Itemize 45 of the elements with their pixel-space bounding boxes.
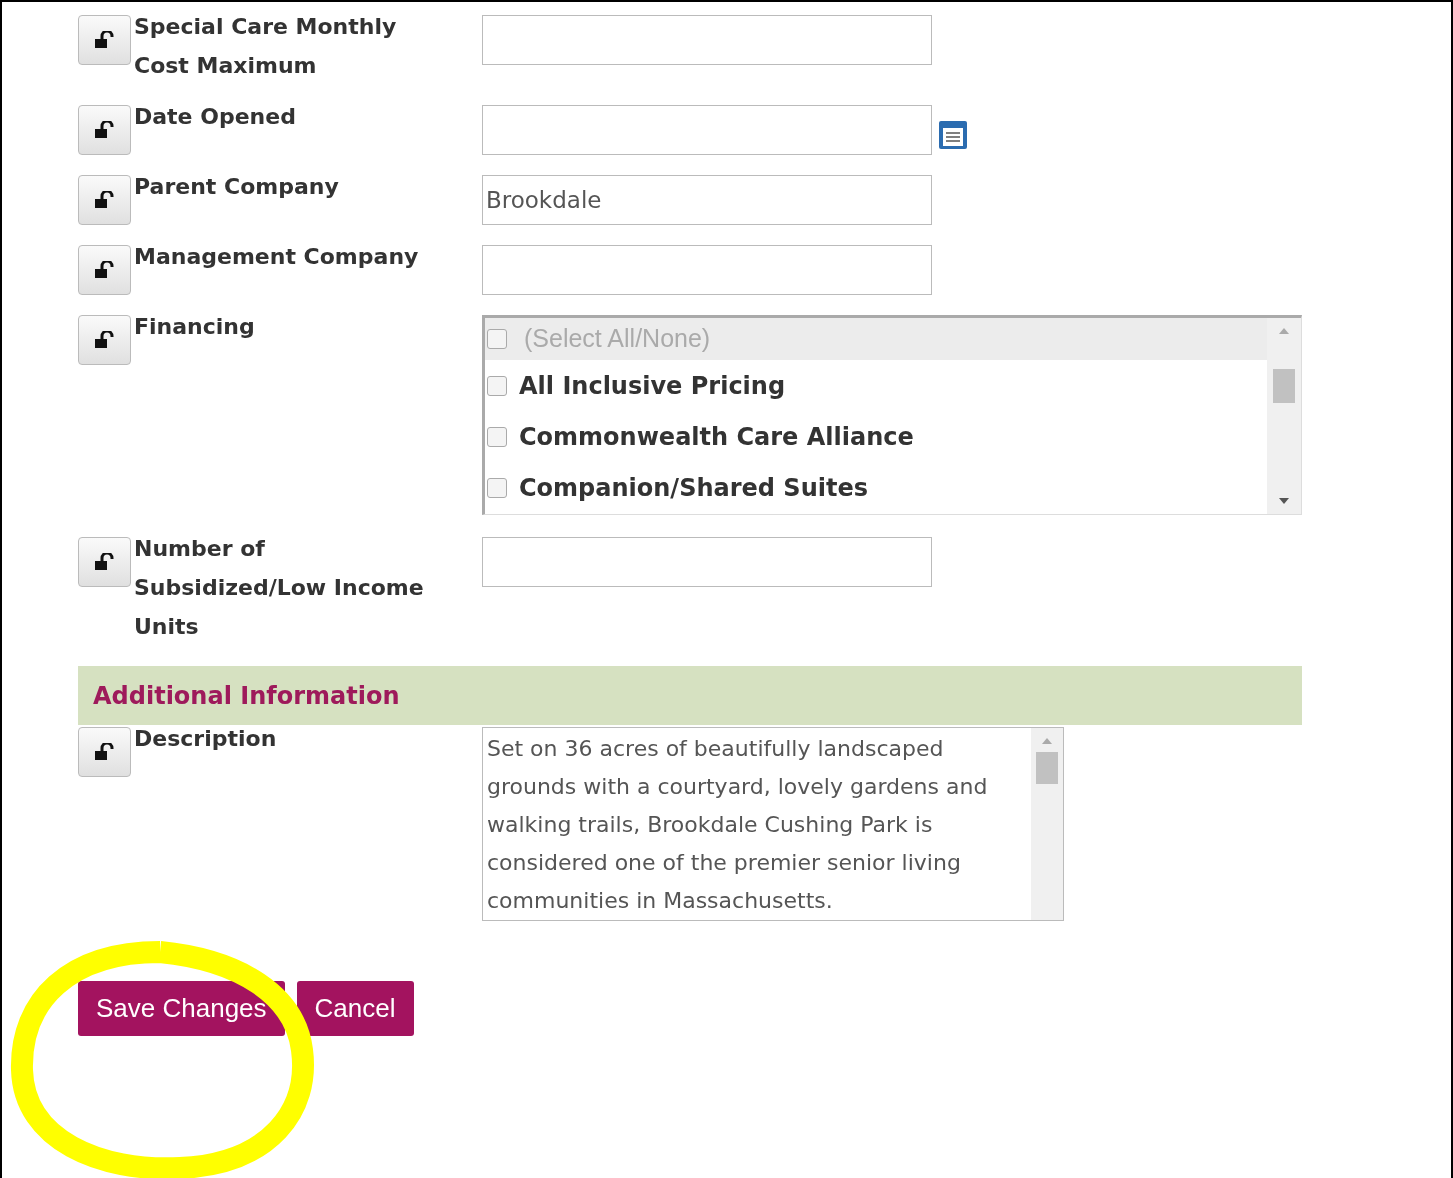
checkbox[interactable] (487, 375, 507, 396)
checkbox[interactable] (487, 427, 507, 448)
lock-button[interactable] (78, 105, 131, 155)
checkbox[interactable] (487, 478, 507, 499)
checkbox-label: Commonwealth Care Alliance (519, 422, 914, 454)
cancel-button[interactable]: Cancel (296, 981, 414, 1036)
checkbox-label: (Select All/None) (524, 323, 711, 355)
lock-button[interactable] (78, 245, 131, 295)
unlocked-padlock-icon (92, 121, 117, 139)
field-label: Date Opened (134, 103, 297, 131)
section-header: Additional Information (78, 666, 1302, 725)
calendar-icon[interactable] (938, 119, 968, 151)
text-input-field[interactable] (482, 537, 932, 587)
scroll-up-arrow-icon[interactable] (1042, 738, 1052, 744)
lock-button[interactable] (78, 537, 131, 587)
unlocked-padlock-icon (92, 743, 117, 761)
unlocked-padlock-icon (92, 31, 117, 49)
scroll-thumb[interactable] (1036, 752, 1058, 784)
field-label: Financing (134, 313, 256, 341)
field-label: Description (134, 725, 278, 753)
scroll-down-arrow-icon[interactable] (1279, 498, 1289, 504)
unlocked-padlock-icon (92, 331, 117, 349)
unlocked-padlock-icon (92, 261, 117, 279)
description-textarea[interactable]: Set on 36 acres of beautifully landscaped grounds with a courtyard, lovely gardens and walking trails, Brookdale Cushing Park is considered one of the premier senior living communities in Massachusetts. (482, 727, 1064, 921)
text-input-field[interactable] (482, 245, 932, 295)
lock-button[interactable] (78, 315, 131, 365)
field-label: Number of Subsidized/Low Income Units (134, 535, 425, 641)
text-input-field[interactable] (482, 15, 932, 65)
checkbox-label: All Inclusive Pricing (519, 370, 786, 402)
text-input-field[interactable]: Brookdale (482, 175, 932, 225)
text-input-field[interactable] (482, 105, 932, 155)
checkbox-label: Companion/Shared Suites (519, 473, 868, 505)
scroll-up-arrow-icon[interactable] (1279, 328, 1289, 334)
unlocked-padlock-icon (92, 191, 117, 209)
scrollbar[interactable] (1267, 318, 1301, 514)
lock-button[interactable] (78, 175, 131, 225)
field-label: Management Company (134, 243, 420, 271)
field-label: Parent Company (134, 173, 340, 201)
field-label: Special Care Monthly Cost Maximum (134, 13, 398, 80)
lock-button[interactable] (78, 727, 131, 777)
save-button[interactable]: Save Changes (78, 981, 285, 1036)
unlocked-padlock-icon (92, 553, 117, 571)
lock-button[interactable] (78, 15, 131, 65)
scroll-thumb[interactable] (1273, 369, 1295, 403)
checkbox[interactable] (487, 329, 507, 350)
